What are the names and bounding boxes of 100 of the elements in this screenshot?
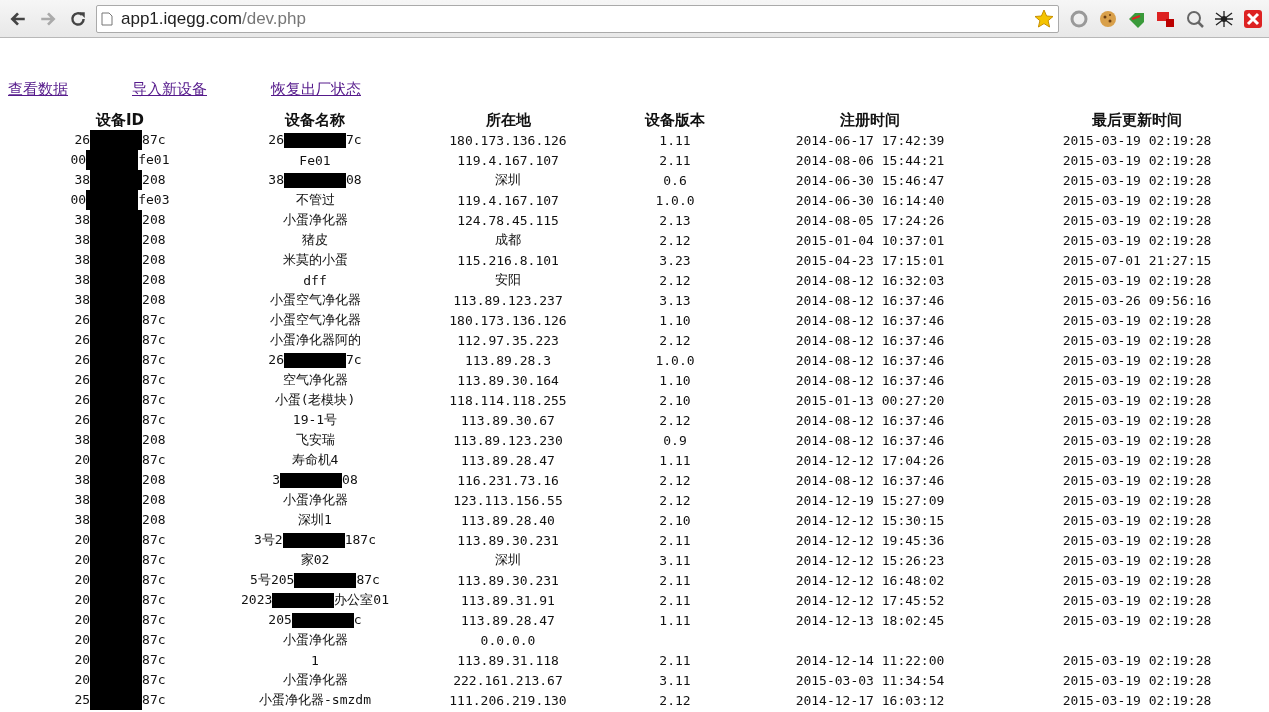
column-header: 设备ID — [10, 106, 230, 130]
cell-text: 2.11 — [659, 652, 691, 668]
cell-text: 208 — [142, 231, 166, 247]
cell-text: 2014-12-12 15:30:15 — [795, 512, 945, 528]
cell-text: 87c — [142, 631, 166, 647]
cell-text: 2015-03-19 02:19:28 — [1062, 312, 1212, 328]
cell-text: 87c — [142, 611, 166, 627]
cell-text: 2015-03-19 02:19:28 — [1062, 392, 1212, 408]
redaction-bar — [284, 173, 346, 188]
cookie-icon[interactable] — [1098, 8, 1118, 29]
cell-text: 87c — [142, 411, 166, 427]
cell-text: 2.13 — [659, 212, 691, 228]
cell-text: 208 — [142, 291, 166, 307]
cell-text: 2015-03-19 02:19:28 — [1062, 232, 1212, 248]
star-icon[interactable] — [1034, 8, 1054, 29]
ring-icon[interactable] — [1069, 8, 1089, 29]
nav-link[interactable]: 查看数据 — [8, 80, 68, 102]
nav-link[interactable]: 导入新设备 — [132, 80, 207, 102]
cell-text: 87c — [142, 351, 166, 367]
cell-text: 0.9 — [663, 432, 687, 448]
redaction-bar — [90, 690, 143, 710]
cell-text: 2015-03-19 02:19:28 — [1062, 132, 1212, 148]
cell-text: 空气净化器 — [282, 372, 348, 387]
cell-text: 2.11 — [659, 572, 691, 588]
cell-text: 2.11 — [659, 592, 691, 608]
cell-text: 3.11 — [659, 672, 691, 688]
cell-text: 208 — [142, 171, 166, 187]
cell-text: 116.231.73.16 — [457, 472, 559, 488]
cell-text: 不管过 — [295, 192, 335, 207]
reload-icon[interactable] — [69, 9, 87, 28]
cell-text: Fe01 — [299, 152, 331, 168]
cell-text: 1.10 — [659, 312, 691, 328]
cell-text: 2015-03-26 09:56:16 — [1062, 292, 1212, 308]
cell-text: 19-1号 — [292, 412, 338, 427]
cell-text: 20 — [74, 551, 91, 567]
cell-text: 2.11 — [659, 152, 691, 168]
cell-text: 112.97.35.223 — [457, 332, 559, 348]
column-header: 设备版本 — [643, 110, 706, 130]
cell-text: 113.89.30.231 — [457, 572, 559, 588]
cell-text: 3.11 — [659, 552, 691, 568]
cell-text: 2.11 — [659, 532, 691, 548]
cell-text: 2014-08-12 16:37:46 — [795, 312, 945, 328]
cell-text: 5号205 — [250, 572, 295, 587]
cell-text: 87c — [142, 531, 166, 547]
cell-text: 38 — [74, 231, 91, 247]
column-header: 设备名称 — [283, 110, 346, 130]
cell-text: 2015-03-19 02:19:28 — [1062, 332, 1212, 348]
cell-text: 208 — [142, 271, 166, 287]
cell-text: 2015-03-19 02:19:28 — [1062, 352, 1212, 368]
cell-text: 26 — [74, 351, 91, 367]
cell-text: 26 — [74, 411, 91, 427]
close-icon[interactable] — [1243, 8, 1263, 29]
cell-text: 2014-12-14 11:22:00 — [795, 652, 945, 668]
cell-text: 2015-03-19 02:19:28 — [1062, 412, 1212, 428]
cell-text: 2023 — [241, 592, 273, 607]
cell-text: 2015-01-13 00:27:20 — [795, 392, 945, 408]
cell-text: 深圳 — [495, 172, 521, 187]
magnifier-icon[interactable] — [1185, 8, 1205, 29]
cell-text: 87c — [142, 391, 166, 407]
cell-text: fe03 — [138, 191, 170, 207]
cell-text: 113.89.28.40 — [461, 512, 555, 528]
cell-text: 113.89.28.3 — [464, 352, 552, 368]
address-bar[interactable]: app1.iqegg.com/dev.php — [96, 4, 1059, 33]
cell-text: 1.11 — [659, 452, 691, 468]
column-header: 最后更新时间 — [1091, 110, 1183, 130]
cell-text: 7c — [346, 132, 362, 147]
cell-text: 2.12 — [659, 412, 691, 428]
cell-text: 2014-08-12 16:37:46 — [795, 352, 945, 368]
cell-text: 08 — [342, 472, 358, 487]
cell-text: 安阳 — [495, 272, 521, 287]
cell-text: 2014-08-12 16:32:03 — [795, 272, 945, 288]
cell-text: 38 — [74, 471, 91, 487]
cell-text: 2015-03-19 02:19:28 — [1062, 272, 1212, 288]
redaction-bar — [282, 533, 345, 548]
cell-text: 2015-03-19 02:19:28 — [1062, 612, 1212, 628]
cell-text: 87c — [142, 691, 166, 707]
cell-text: 113.89.30.164 — [457, 372, 559, 388]
cell-text: 猪皮 — [302, 232, 328, 247]
cell-text: 119.4.167.107 — [457, 192, 559, 208]
cell-text: 1 — [311, 652, 319, 668]
nav-link[interactable]: 恢复出厂状态 — [271, 80, 361, 102]
cell-text: 2.12 — [659, 472, 691, 488]
redaction-bar — [291, 613, 354, 628]
cell-text: 2014-12-19 15:27:09 — [795, 492, 945, 508]
cell-text: 家02 — [300, 552, 330, 567]
cell-text: 87c — [142, 371, 166, 387]
cell-text: c — [353, 612, 362, 627]
cell-text: 208 — [142, 211, 166, 227]
cell-text: 2.12 — [659, 692, 691, 708]
cell-text: 26 — [74, 391, 91, 407]
cell-text: 26 — [74, 331, 91, 347]
cell-text: 113.89.28.47 — [461, 452, 555, 468]
cell-text: 25 — [74, 691, 91, 707]
cell-text: dff — [303, 272, 327, 288]
cell-text: 小蛋空气净化器 — [269, 292, 361, 307]
cell-text: 87c — [142, 131, 166, 147]
cell-text: 深圳1 — [298, 512, 332, 527]
cell-text: 2014-06-17 17:42:39 — [795, 132, 945, 148]
cell-text: 2014-06-30 15:46:47 — [795, 172, 945, 188]
cell-text: 2014-08-12 16:37:46 — [795, 332, 945, 348]
